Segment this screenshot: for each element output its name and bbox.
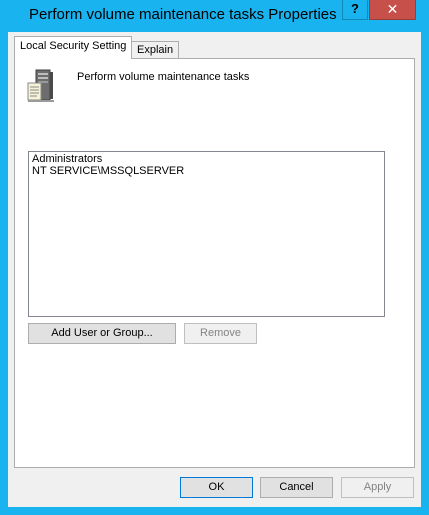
accounts-listbox[interactable]: Administrators NT SERVICE\MSSQLSERVER [28, 151, 385, 317]
window-title: Perform volume maintenance tasks Propert… [29, 6, 337, 23]
cancel-button[interactable]: Cancel [260, 477, 333, 498]
dialog-client-area: Local Security Setting Explain Perform v… [8, 32, 421, 507]
server-policy-icon [27, 69, 54, 102]
list-item[interactable]: Administrators [32, 153, 381, 165]
add-user-or-group-button[interactable]: Add User or Group... [28, 323, 176, 344]
tab-explain[interactable]: Explain [131, 41, 180, 58]
tab-local-security-setting[interactable]: Local Security Setting [14, 36, 133, 59]
title-bar[interactable]: Perform volume maintenance tasks Propert… [0, 0, 429, 32]
remove-button[interactable]: Remove [184, 323, 257, 344]
help-button[interactable]: ? [342, 0, 368, 20]
tab-panel: Perform volume maintenance tasks Adminis… [14, 58, 415, 468]
properties-dialog: Perform volume maintenance tasks Propert… [0, 0, 429, 515]
apply-button[interactable]: Apply [341, 477, 414, 498]
close-button[interactable]: ✕ [369, 0, 416, 20]
list-item[interactable]: NT SERVICE\MSSQLSERVER [32, 165, 381, 177]
policy-name: Perform volume maintenance tasks [77, 71, 250, 83]
ok-button[interactable]: OK [180, 477, 253, 498]
